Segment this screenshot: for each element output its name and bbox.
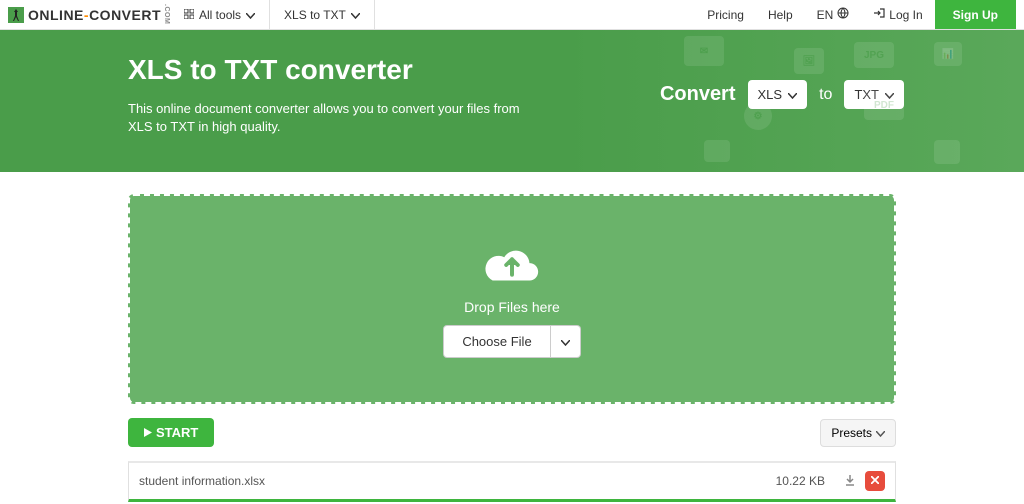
from-format-select[interactable]: XLS: [748, 80, 808, 109]
chevron-down-icon: [876, 426, 885, 440]
all-tools-label: All tools: [199, 8, 241, 22]
convert-label: Convert: [660, 83, 736, 106]
download-icon[interactable]: [843, 473, 857, 490]
login-link[interactable]: Log In: [861, 0, 934, 29]
start-button[interactable]: START: [128, 418, 214, 447]
current-tool-menu[interactable]: XLS to TXT: [270, 0, 375, 29]
all-tools-menu[interactable]: All tools: [170, 0, 270, 29]
presets-label: Presets: [831, 426, 872, 440]
from-format-value: XLS: [758, 87, 783, 102]
login-label: Log In: [889, 8, 922, 22]
pricing-link[interactable]: Pricing: [695, 0, 756, 29]
drop-text: Drop Files here: [464, 299, 560, 315]
page-description: This online document converter allows yo…: [128, 100, 528, 136]
pricing-label: Pricing: [707, 8, 744, 22]
chevron-down-icon: [351, 8, 360, 22]
language-selector[interactable]: EN: [805, 0, 862, 29]
help-link[interactable]: Help: [756, 0, 805, 29]
logo-com: .COM: [163, 4, 170, 24]
choose-file-caret[interactable]: [551, 325, 581, 358]
chevron-down-icon: [561, 334, 570, 349]
chevron-down-icon: [885, 87, 894, 102]
to-label: to: [819, 86, 832, 104]
file-row: student information.xlsx 10.22 KB: [128, 461, 896, 502]
play-icon: [144, 425, 152, 440]
help-label: Help: [768, 8, 793, 22]
presets-button[interactable]: Presets: [820, 419, 896, 447]
logo-text2: CONVERT: [89, 7, 161, 23]
delete-file-button[interactable]: [865, 471, 885, 491]
close-icon: [871, 475, 879, 487]
file-dropzone[interactable]: Drop Files here Choose File: [128, 194, 896, 404]
chevron-down-icon: [788, 87, 797, 102]
logo-text1: ONLINE: [28, 7, 84, 23]
globe-icon: [837, 7, 849, 22]
current-tool-label: XLS to TXT: [284, 8, 346, 22]
action-row: START Presets: [128, 418, 896, 447]
to-format-select[interactable]: TXT: [844, 80, 904, 109]
chevron-down-icon: [246, 8, 255, 22]
to-format-value: TXT: [854, 87, 879, 102]
login-icon: [873, 7, 885, 22]
lang-label: EN: [817, 8, 834, 22]
hero-banner: XLS to TXT converter This online documen…: [0, 30, 1024, 172]
cloud-upload-icon: [481, 241, 543, 289]
logo-icon: [8, 7, 24, 23]
signup-button[interactable]: Sign Up: [935, 0, 1016, 29]
signup-label: Sign Up: [953, 8, 998, 22]
choose-file-button[interactable]: Choose File: [443, 325, 550, 358]
start-label: START: [156, 425, 198, 440]
file-name: student information.xlsx: [139, 474, 766, 488]
grid-icon: [184, 8, 194, 22]
file-size: 10.22 KB: [776, 474, 825, 488]
logo[interactable]: ONLINE - CONVERT .COM: [8, 4, 170, 24]
convert-selector: Convert XLS to TXT: [660, 80, 904, 109]
